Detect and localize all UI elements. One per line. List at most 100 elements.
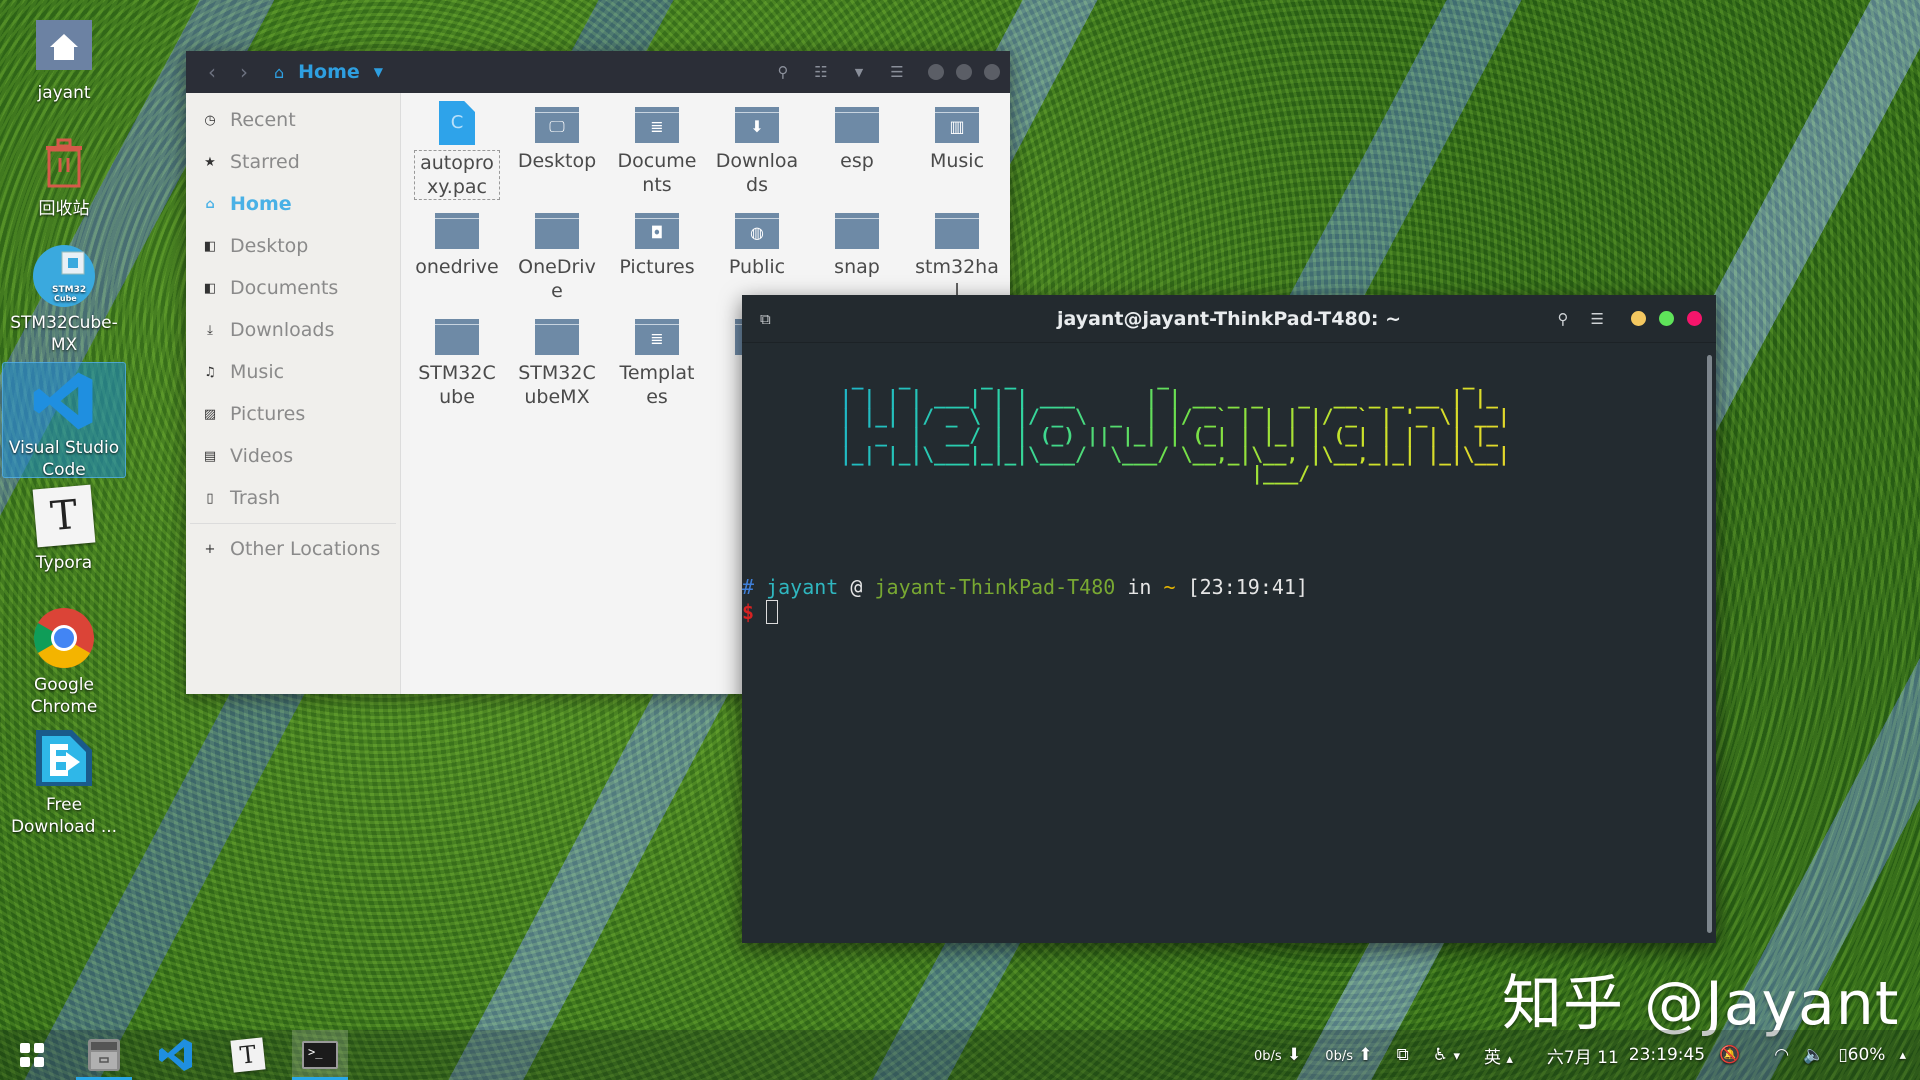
folder-item[interactable]: snap — [807, 203, 907, 309]
folder-item[interactable]: ⬇ Downloads — [707, 97, 807, 203]
folder-icon: ◘ — [635, 213, 679, 249]
sidebar-item-starred[interactable]: ★ Starred — [186, 141, 400, 183]
location-breadcrumb[interactable]: Home — [298, 61, 360, 83]
sidebar-item-desktop[interactable]: ◧ Desktop — [186, 225, 400, 267]
volume-icon[interactable]: 🔈 — [1803, 1045, 1824, 1065]
pac-file-icon: C — [439, 101, 475, 145]
terminal-icon: >_ — [302, 1041, 338, 1069]
desktop-icon-label: Google Chrome — [30, 675, 98, 717]
sidebar-item-videos[interactable]: ▤ Videos — [186, 435, 400, 477]
battery[interactable]: ▯60% — [1838, 1045, 1885, 1065]
desktop-icon[interactable]: Free Download ... — [2, 726, 126, 838]
sidebar-item-other-locations[interactable]: + Other Locations — [186, 528, 400, 570]
folder-item[interactable]: stm32hal — [907, 203, 1007, 309]
taskbar-terminal[interactable]: >_ — [292, 1030, 348, 1080]
taskbar-files[interactable] — [76, 1030, 132, 1080]
clock-time[interactable]: 23:19:45 — [1629, 1045, 1705, 1065]
folder-item[interactable]: ≣ Templates — [607, 309, 707, 415]
file-name: STM32CubeMX — [518, 362, 596, 408]
sidebar-item-label: Trash — [230, 487, 281, 509]
folder-item[interactable]: esp — [807, 97, 907, 203]
app-launcher-button[interactable] — [4, 1030, 60, 1080]
file-name: Pictures — [619, 256, 695, 278]
file-name: Music — [929, 150, 985, 172]
download-speed: 0b/s ⬇ — [1253, 1045, 1302, 1065]
trash-icon — [32, 130, 96, 194]
file-cabinet-icon — [88, 1039, 120, 1071]
folder-icon: ▥ — [935, 107, 979, 143]
folder-item[interactable]: STM32CubeMX — [507, 309, 607, 415]
folder-item[interactable]: 🖵 Desktop — [507, 97, 607, 203]
terminal-scrollbar[interactable] — [1707, 355, 1712, 933]
new-tab-icon[interactable]: ⧉ — [760, 310, 771, 328]
prompt-in: in — [1127, 575, 1152, 599]
folder-icon — [935, 213, 979, 249]
desktop-icon[interactable]: Google Chrome — [2, 606, 126, 718]
chrome-icon — [32, 606, 96, 670]
places-sidebar: ◷ Recent ★ Starred ⌂ Home ◧ Desktop ◧ Documents ⤓ D… — [186, 93, 401, 694]
prompt-time: [23:19:41] — [1187, 575, 1309, 599]
forward-button[interactable]: › — [228, 60, 260, 84]
file-name: Downloads — [715, 150, 799, 196]
sidebar-item-recent[interactable]: ◷ Recent — [186, 99, 400, 141]
desktop-icon[interactable]: 回收站 — [2, 130, 126, 220]
sidebar-item-home[interactable]: ⌂ Home — [186, 183, 400, 225]
search-icon[interactable]: ⚲ — [1558, 310, 1569, 328]
file-item[interactable]: Cautoproxy.pac — [407, 97, 507, 203]
desktop-icon-label: Typora — [35, 553, 93, 573]
sidebar-item-label: Documents — [230, 277, 339, 299]
minimize-button[interactable] — [1631, 311, 1646, 326]
view-toggle-icon[interactable]: ☷ — [802, 63, 840, 81]
sidebar-item-label: Videos — [230, 445, 294, 467]
battery-charging-icon: ▯ — [1838, 1045, 1848, 1065]
file-name: onedrive — [415, 256, 499, 278]
view-options-dropdown-icon[interactable]: ▼ — [840, 66, 878, 79]
terminal-output[interactable]: _ _ _ _ _ _ | | | | ___| | | ___ | | __ … — [742, 343, 1716, 943]
maximize-button[interactable] — [956, 64, 972, 80]
taskbar-vscode[interactable] — [148, 1030, 204, 1080]
minimize-button[interactable] — [928, 64, 944, 80]
input-method[interactable]: 英 ▴ — [1484, 1043, 1513, 1068]
folder-item[interactable]: onedrive — [407, 203, 507, 309]
folder-item[interactable]: OneDrive — [507, 203, 607, 309]
back-button[interactable]: ‹ — [196, 60, 228, 84]
breadcrumb-dropdown-icon[interactable]: ▼ — [374, 65, 383, 79]
shell-prompt: # jayant @ jayant-ThinkPad-T480 in ~ [23… — [742, 575, 1308, 625]
sidebar-item-documents[interactable]: ◧ Documents — [186, 267, 400, 309]
upload-speed: 0b/s ⬆ — [1325, 1045, 1373, 1065]
folder-item[interactable]: ◍ Public — [707, 203, 807, 309]
sidebar-item-label: Music — [230, 361, 285, 383]
taskbar-typora[interactable]: T — [220, 1030, 276, 1080]
desktop-icon[interactable]: jayant — [2, 14, 126, 104]
folder-icon — [535, 319, 579, 355]
menu-icon[interactable]: ☰ — [1591, 310, 1604, 328]
prompt-dollar: $ — [742, 600, 755, 624]
sidebar-item-trash[interactable]: ▯ Trash — [186, 477, 400, 519]
maximize-button[interactable] — [1659, 311, 1674, 326]
svg-text:Cube: Cube — [54, 294, 77, 303]
close-button[interactable] — [1687, 311, 1702, 326]
clock-date[interactable]: 六7月 11 — [1547, 1043, 1619, 1068]
grid-icon — [20, 1043, 44, 1067]
sidebar-item-music[interactable]: ♫ Music — [186, 351, 400, 393]
desktop-icon[interactable]: Visual Studio Code — [2, 362, 126, 480]
desktop-icon[interactable]: T Typora — [2, 484, 126, 574]
accessibility-icon[interactable]: ♿ ▾ — [1433, 1045, 1460, 1065]
search-icon[interactable]: ⚲ — [764, 63, 802, 81]
trash-icon: ▯ — [206, 490, 214, 506]
tray-expand-icon[interactable]: ▴ — [1899, 1048, 1906, 1063]
sidebar-item-downloads[interactable]: ⤓ Downloads — [186, 309, 400, 351]
folder-item[interactable]: ▥ Music — [907, 97, 1007, 203]
sidebar-item-pictures[interactable]: ▨ Pictures — [186, 393, 400, 435]
folder-item[interactable]: ◘ Pictures — [607, 203, 707, 309]
folder-item[interactable]: STM32Cube — [407, 309, 507, 415]
close-button[interactable] — [984, 64, 1000, 80]
desktop-icon[interactable]: STM32 Cube STM32Cube-MX — [2, 244, 126, 356]
folder-icon: ◧ — [203, 280, 217, 296]
workspace-switch-icon[interactable]: ⧉ — [1397, 1045, 1409, 1065]
folder-item[interactable]: ≣ Documents — [607, 97, 707, 203]
menu-icon[interactable]: ☰ — [878, 63, 916, 81]
vscode-icon — [159, 1039, 192, 1071]
notifications-muted-icon[interactable]: 🔕 — [1719, 1045, 1740, 1065]
wifi-icon[interactable]: ◠ — [1774, 1045, 1789, 1065]
